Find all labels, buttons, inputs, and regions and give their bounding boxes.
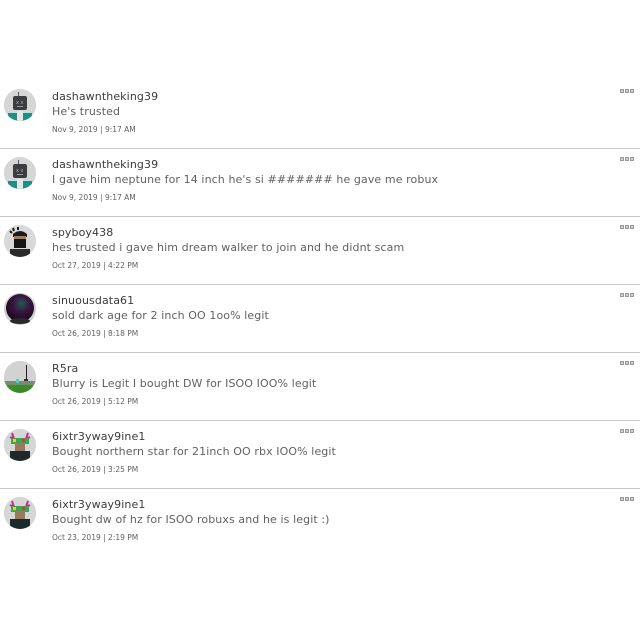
comment-username[interactable]: sinuousdata61 — [52, 294, 610, 308]
comment-username[interactable]: spyboy438 — [52, 226, 610, 240]
comment-username[interactable]: R5ra — [52, 362, 610, 376]
masked-avatar-icon — [4, 225, 36, 257]
more-options-button[interactable] — [620, 429, 636, 435]
more-options-button[interactable] — [620, 497, 636, 503]
more-options-button[interactable] — [620, 89, 636, 95]
avatar[interactable]: x x — [4, 157, 36, 189]
comment-timestamp: Nov 9, 2019 | 9:17 AM — [52, 125, 136, 134]
comment-list: x x dashawntheking39 He's trusted Nov 9,… — [0, 81, 640, 556]
robot-avatar-icon: x x — [4, 89, 36, 121]
avatar[interactable] — [4, 361, 36, 393]
avatar[interactable] — [4, 497, 36, 529]
comment-message: sold dark age for 2 inch OO 1oo% legit — [52, 309, 269, 322]
avatar[interactable] — [4, 225, 36, 257]
more-options-icon — [630, 497, 634, 501]
comment-message: Blurry is Legit I bought DW for ISOO IOO… — [52, 377, 317, 390]
more-options-icon — [620, 89, 624, 93]
comment-body: R5ra Blurry is Legit I bought DW for ISO… — [52, 362, 610, 407]
more-options-button[interactable] — [620, 361, 636, 367]
landscape-avatar-icon — [4, 361, 36, 393]
more-options-icon — [625, 89, 629, 93]
more-options-icon — [620, 225, 624, 229]
comment-message: hes trusted i gave him dream walker to j… — [52, 241, 405, 254]
more-options-button[interactable] — [620, 157, 636, 163]
more-options-icon — [630, 361, 634, 365]
comment-body: 6ixtr3yway9ine1 Bought dw of hz for ISOO… — [52, 498, 610, 543]
more-options-icon — [620, 497, 624, 501]
more-options-icon — [620, 293, 624, 297]
more-options-icon — [620, 429, 624, 433]
comment-item: 6ixtr3yway9ine1 Bought northern star for… — [0, 421, 640, 489]
comment-body: 6ixtr3yway9ine1 Bought northern star for… — [52, 430, 610, 475]
more-options-icon — [625, 361, 629, 365]
more-options-button[interactable] — [620, 225, 636, 231]
comment-timestamp: Oct 26, 2019 | 3:25 PM — [52, 465, 139, 474]
comment-message: I gave him neptune for 14 inch he's si #… — [52, 173, 439, 186]
more-options-icon — [620, 361, 624, 365]
more-options-icon — [620, 157, 624, 161]
comment-timestamp: Nov 9, 2019 | 9:17 AM — [52, 193, 136, 202]
avatar[interactable] — [4, 429, 36, 461]
more-options-icon — [625, 157, 629, 161]
comment-message: Bought northern star for 21inch OO rbx I… — [52, 445, 336, 458]
avatar[interactable]: x x — [4, 89, 36, 121]
more-options-icon — [630, 225, 634, 229]
robot-avatar-icon: x x — [4, 157, 36, 189]
comment-timestamp: Oct 26, 2019 | 5:12 PM — [52, 397, 139, 406]
antler-avatar-icon — [4, 497, 36, 529]
more-options-icon — [630, 157, 634, 161]
antler-avatar-icon — [4, 429, 36, 461]
comment-username[interactable]: 6ixtr3yway9ine1 — [52, 430, 610, 444]
dark-orb-avatar-icon — [4, 293, 36, 325]
comment-item: R5ra Blurry is Legit I bought DW for ISO… — [0, 353, 640, 421]
svg-text:x x: x x — [16, 168, 24, 174]
comment-timestamp: Oct 26, 2019 | 8:18 PM — [52, 329, 139, 338]
more-options-icon — [625, 429, 629, 433]
more-options-icon — [625, 225, 629, 229]
comment-username[interactable]: 6ixtr3yway9ine1 — [52, 498, 610, 512]
more-options-icon — [630, 429, 634, 433]
comment-timestamp: Oct 27, 2019 | 4:22 PM — [52, 261, 139, 270]
comment-item: spyboy438 hes trusted i gave him dream w… — [0, 217, 640, 285]
comment-message: Bought dw of hz for ISOO robuxs and he i… — [52, 513, 330, 526]
comment-item: x x dashawntheking39 He's trusted Nov 9,… — [0, 81, 640, 149]
more-options-icon — [630, 89, 634, 93]
comment-body: dashawntheking39 He's trusted Nov 9, 201… — [52, 90, 610, 135]
comment-item: sinuousdata61 sold dark age for 2 inch O… — [0, 285, 640, 353]
comment-item: x x dashawntheking39 I gave him neptune … — [0, 149, 640, 217]
comment-item: 6ixtr3yway9ine1 Bought dw of hz for ISOO… — [0, 489, 640, 556]
more-options-button[interactable] — [620, 293, 636, 299]
more-options-icon — [630, 293, 634, 297]
avatar[interactable] — [4, 293, 36, 325]
more-options-icon — [625, 497, 629, 501]
svg-text:x x: x x — [16, 100, 24, 106]
comment-message: He's trusted — [52, 105, 121, 118]
comment-body: dashawntheking39 I gave him neptune for … — [52, 158, 610, 203]
comment-username[interactable]: dashawntheking39 — [52, 90, 610, 104]
comment-body: spyboy438 hes trusted i gave him dream w… — [52, 226, 610, 271]
comment-username[interactable]: dashawntheking39 — [52, 158, 610, 172]
comment-timestamp: Oct 23, 2019 | 2:19 PM — [52, 533, 139, 542]
comment-body: sinuousdata61 sold dark age for 2 inch O… — [52, 294, 610, 339]
more-options-icon — [625, 293, 629, 297]
